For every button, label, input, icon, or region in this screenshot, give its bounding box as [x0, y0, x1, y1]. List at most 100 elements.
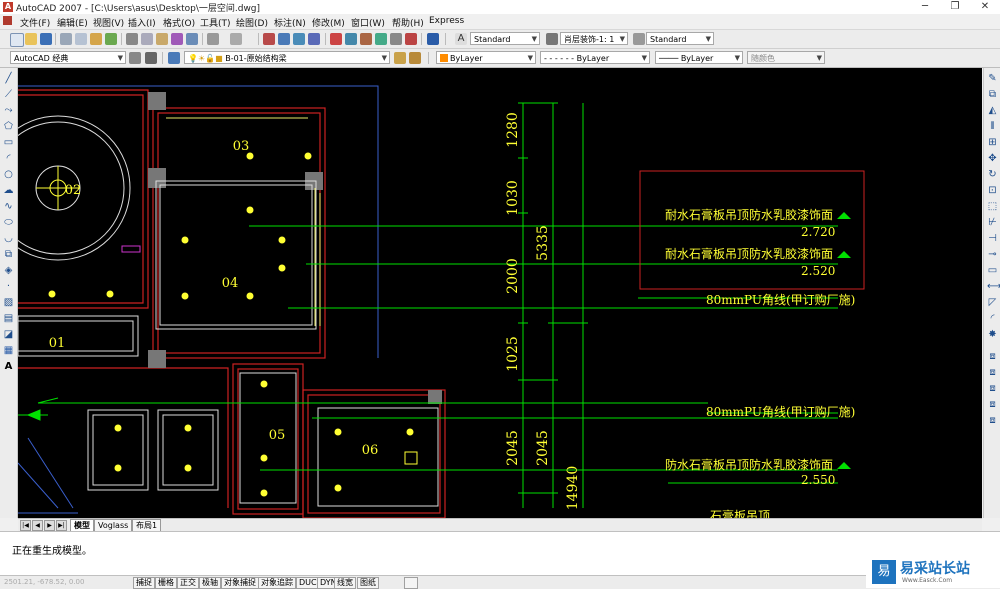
save-icon[interactable]	[40, 33, 52, 45]
linetype-select[interactable]: - - - - - - ByLayer ▼	[540, 51, 650, 64]
menu-draw[interactable]: 绘图(D)	[236, 16, 268, 29]
menu-modify[interactable]: 修改(M)	[312, 16, 345, 29]
insert-block-icon[interactable]: ⧉	[3, 249, 14, 260]
menu-express[interactable]: Express	[429, 16, 464, 26]
mirror-icon[interactable]: ◭	[987, 105, 998, 116]
array-icon[interactable]: ⊞	[987, 137, 998, 148]
copy-object-icon[interactable]: ⧉	[987, 89, 998, 100]
maximize-button[interactable]: ❐	[940, 0, 970, 14]
arc-icon[interactable]: ◜	[3, 153, 14, 164]
tab-nav-next[interactable]: ▶	[44, 520, 55, 531]
extend-icon[interactable]: ⊣	[987, 233, 998, 244]
bring-above-icon[interactable]: ⧈	[987, 399, 998, 410]
multiline-text-icon[interactable]: A	[3, 361, 14, 372]
quickcalc-icon[interactable]	[405, 33, 417, 45]
etransmit-icon[interactable]	[105, 33, 117, 45]
minimize-button[interactable]: ─	[910, 0, 940, 14]
open-file-icon[interactable]	[25, 33, 37, 45]
lineweight-toggle[interactable]: 线宽	[334, 577, 356, 589]
polygon-icon[interactable]: ⬠	[3, 121, 14, 132]
construction-line-icon[interactable]: ⟋	[3, 89, 14, 100]
scale-icon[interactable]: ⊡	[987, 185, 998, 196]
tab-nav-last[interactable]: ▶|	[56, 520, 67, 531]
plotstyle-select[interactable]: 随颜色 ▼	[747, 51, 825, 64]
menu-file[interactable]: 文件(F)	[20, 16, 50, 29]
table-icon[interactable]: ▦	[3, 345, 14, 356]
fillet-icon[interactable]: ◜	[987, 313, 998, 324]
redo-icon[interactable]	[230, 33, 242, 45]
trim-icon[interactable]: ⊬	[987, 217, 998, 228]
revision-cloud-icon[interactable]: ☁	[3, 185, 14, 196]
circle-icon[interactable]: ○	[3, 169, 14, 180]
break-at-point-icon[interactable]: ⊸	[987, 249, 998, 260]
ellipse-arc-icon[interactable]: ◡	[3, 233, 14, 244]
break-icon[interactable]: ▭	[987, 265, 998, 276]
make-object-layer-current-icon[interactable]	[394, 52, 406, 64]
offset-icon[interactable]: ⫴	[987, 121, 998, 132]
explode-icon[interactable]: ✸	[987, 329, 998, 340]
menu-help[interactable]: 帮助(H)	[392, 16, 424, 29]
drawing-canvas[interactable]: 02 03 04 01 05 06 1280 1030 2000 1025 20…	[18, 68, 982, 518]
rotate-icon[interactable]: ↻	[987, 169, 998, 180]
rectangle-icon[interactable]: ▭	[3, 137, 14, 148]
zoom-window-icon[interactable]	[293, 33, 305, 45]
snap-toggle[interactable]: 捕捉	[133, 577, 155, 589]
publish-icon[interactable]	[90, 33, 102, 45]
osnap-toggle[interactable]: 对象捕捉	[221, 577, 259, 589]
properties-icon[interactable]	[330, 33, 342, 45]
menu-window[interactable]: 窗口(W)	[351, 16, 385, 29]
ortho-toggle[interactable]: 正交	[177, 577, 199, 589]
menu-tools[interactable]: 工具(T)	[200, 16, 231, 29]
new-file-icon[interactable]	[10, 33, 24, 47]
pan-icon[interactable]	[263, 33, 275, 45]
cut-icon[interactable]	[126, 33, 138, 45]
stretch-icon[interactable]: ⬚	[987, 201, 998, 212]
tab-nav-first[interactable]: |◀	[20, 520, 31, 531]
markup-icon[interactable]	[390, 33, 402, 45]
paste-icon[interactable]	[156, 33, 168, 45]
menu-format[interactable]: 格式(O)	[163, 16, 195, 29]
help-icon[interactable]	[427, 33, 439, 45]
sheet-set-icon[interactable]	[375, 33, 387, 45]
menu-edit[interactable]: 编辑(E)	[57, 16, 88, 29]
workspace-save-icon[interactable]	[145, 52, 157, 64]
spline-icon[interactable]: ∿	[3, 201, 14, 212]
design-center-icon[interactable]	[345, 33, 357, 45]
zoom-previous-icon[interactable]	[308, 33, 320, 45]
polyline-icon[interactable]: ⤳	[3, 105, 14, 116]
paper-toggle[interactable]: 图纸	[357, 577, 379, 589]
menu-dimension[interactable]: 标注(N)	[274, 16, 306, 29]
draw-order-icon[interactable]: ⧈	[987, 351, 998, 362]
polar-toggle[interactable]: 极轴	[199, 577, 221, 589]
layer-select[interactable]: 💡☀🔓■ B-01-原始结构梁 ▼	[184, 51, 390, 64]
match-properties-icon[interactable]	[171, 33, 183, 45]
grid-toggle[interactable]: 栅格	[155, 577, 177, 589]
bring-front-icon[interactable]: ⧈	[987, 367, 998, 378]
comm-center-icon[interactable]	[404, 577, 418, 589]
erase-icon[interactable]: ✎	[987, 73, 998, 84]
chamfer-icon[interactable]: ◸	[987, 297, 998, 308]
gradient-icon[interactable]: ▤	[3, 313, 14, 324]
close-button[interactable]: ✕	[970, 0, 1000, 14]
menu-view[interactable]: 视图(V)	[93, 16, 124, 29]
print-icon[interactable]	[60, 33, 72, 45]
color-select[interactable]: ByLayer ▼	[436, 51, 536, 64]
join-icon[interactable]: ⟷	[987, 281, 1000, 292]
hatch-icon[interactable]: ▨	[3, 297, 14, 308]
otrack-toggle[interactable]: 对象追踪	[258, 577, 296, 589]
send-under-icon[interactable]: ⧈	[987, 415, 998, 426]
document-menu-icon[interactable]	[3, 16, 12, 25]
point-icon[interactable]: ·	[3, 281, 14, 292]
text-style-select[interactable]: Standard ▼	[470, 32, 540, 45]
command-window[interactable]: 正在重生成模型。	[0, 531, 1000, 576]
tab-nav-prev[interactable]: ◀	[32, 520, 43, 531]
region-icon[interactable]: ◪	[3, 329, 14, 340]
send-back-icon[interactable]: ⧈	[987, 383, 998, 394]
dim-style-select[interactable]: 肖层装饰-1: 1 ▼	[560, 32, 628, 45]
move-icon[interactable]: ✥	[987, 153, 998, 164]
copy-icon[interactable]	[141, 33, 153, 45]
undo-icon[interactable]	[207, 33, 219, 45]
autocad-app-icon[interactable]: A	[3, 2, 13, 12]
workspace-settings-icon[interactable]	[129, 52, 141, 64]
workspace-select[interactable]: AutoCAD 经典 ▼	[10, 51, 126, 64]
